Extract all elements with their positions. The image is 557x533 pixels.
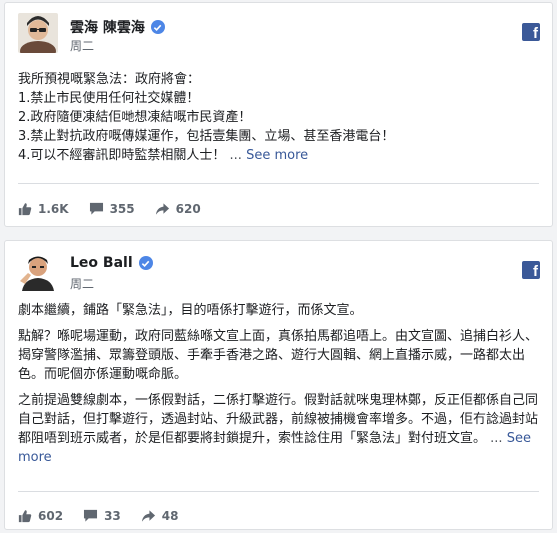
engagement-bar: 1.6K 355 620 [18,200,221,218]
share-arrow-icon [141,510,155,522]
divider [18,183,539,184]
post-card: Leo Ball 周二 f 劇本繼續，鋪路「緊急法」，目的唔係打擊遊行，而係文宣… [4,240,553,530]
comment-count[interactable]: 355 [89,202,135,216]
facebook-logo-icon[interactable]: f [522,261,540,279]
verified-badge-icon [138,256,153,270]
author-name-text[interactable]: 雲海 陳雲海 [70,17,145,37]
post-text: 劇本繼續，鋪路「緊急法」，目的唔係打擊遊行，而係文宣。 點解？喺呢場運動，政府同… [18,301,540,467]
facebook-logo-icon[interactable]: f [522,23,540,41]
post-line: 2.政府隨便凍結佢哋想凍結嘅市民資產！ [18,110,252,125]
verified-badge-icon [150,20,165,34]
post-line: 1.禁止市民使用任何社交媒體！ [18,91,200,106]
post-line: 我所預視嘅緊急法：政府將會： [18,72,201,87]
post-paragraph: 之前提過雙線劇本，一係假對話，二係打擊遊行。假對話就咪鬼理林鄭，反正佢都係自己同… [18,391,540,467]
share-count-text: 48 [161,509,179,523]
post-text: 我所預視嘅緊急法：政府將會： 1.禁止市民使用任何社交媒體！ 2.政府隨便凍結佢… [18,70,540,165]
avatar[interactable] [18,13,58,53]
divider [18,491,539,492]
comment-count[interactable]: 33 [83,509,121,523]
comment-icon [89,202,103,215]
author-name[interactable]: 雲海 陳雲海 [70,17,165,37]
post-header: 雲海 陳雲海 周二 f [18,13,542,57]
post-card: 雲海 陳雲海 周二 f 我所預視嘅緊急法：政府將會： 1.禁止市民使用任何社交媒… [4,2,553,227]
share-count[interactable]: 620 [155,202,201,216]
engagement-bar: 602 33 48 [18,507,198,525]
post-line: 4.可以不經審訊即時監禁相關人士！ ... See more [18,146,540,165]
post-paragraph: 劇本繼續，鋪路「緊急法」，目的唔係打擊遊行，而係文宣。 [18,303,363,318]
share-arrow-icon [155,203,169,215]
see-more-link[interactable]: See more [246,148,308,163]
post-paragraph-text: 之前提過雙線劇本，一係假對話，二係打擊遊行。假對話就咪鬼理林鄭，反正佢都係自己同… [18,393,539,446]
share-count[interactable]: 48 [141,509,179,523]
post-paragraph: 點解？喺呢場運動，政府同藍絲喺文宣上面，真係拍馬都追唔上。由文宣圖、追捕白衫人、… [18,329,539,382]
ellipsis: ... [229,148,242,163]
thumbs-up-icon [18,203,32,216]
thumbs-up-icon [18,510,32,523]
post-line: 3.禁止對抗政府嘅傳媒運作，包括壹集團、立場、甚至香港電台！ [18,129,395,144]
comment-count-text: 355 [109,202,135,216]
ellipsis: ... [490,431,503,446]
like-count[interactable]: 1.6K [18,202,69,216]
author-name-text[interactable]: Leo Ball [70,255,133,271]
like-count-text: 602 [38,509,64,523]
avatar[interactable] [18,251,58,291]
share-count-text: 620 [175,202,201,216]
post-time[interactable]: 周二 [70,275,94,292]
like-count[interactable]: 602 [18,509,63,523]
post-line-text: 4.可以不經審訊即時監禁相關人士！ [18,148,226,163]
post-header: Leo Ball 周二 f [18,251,542,295]
post-time[interactable]: 周二 [70,37,94,54]
author-name[interactable]: Leo Ball [70,255,153,271]
comment-count-text: 33 [104,509,121,523]
like-count-text: 1.6K [38,202,69,216]
comment-icon [84,509,98,522]
